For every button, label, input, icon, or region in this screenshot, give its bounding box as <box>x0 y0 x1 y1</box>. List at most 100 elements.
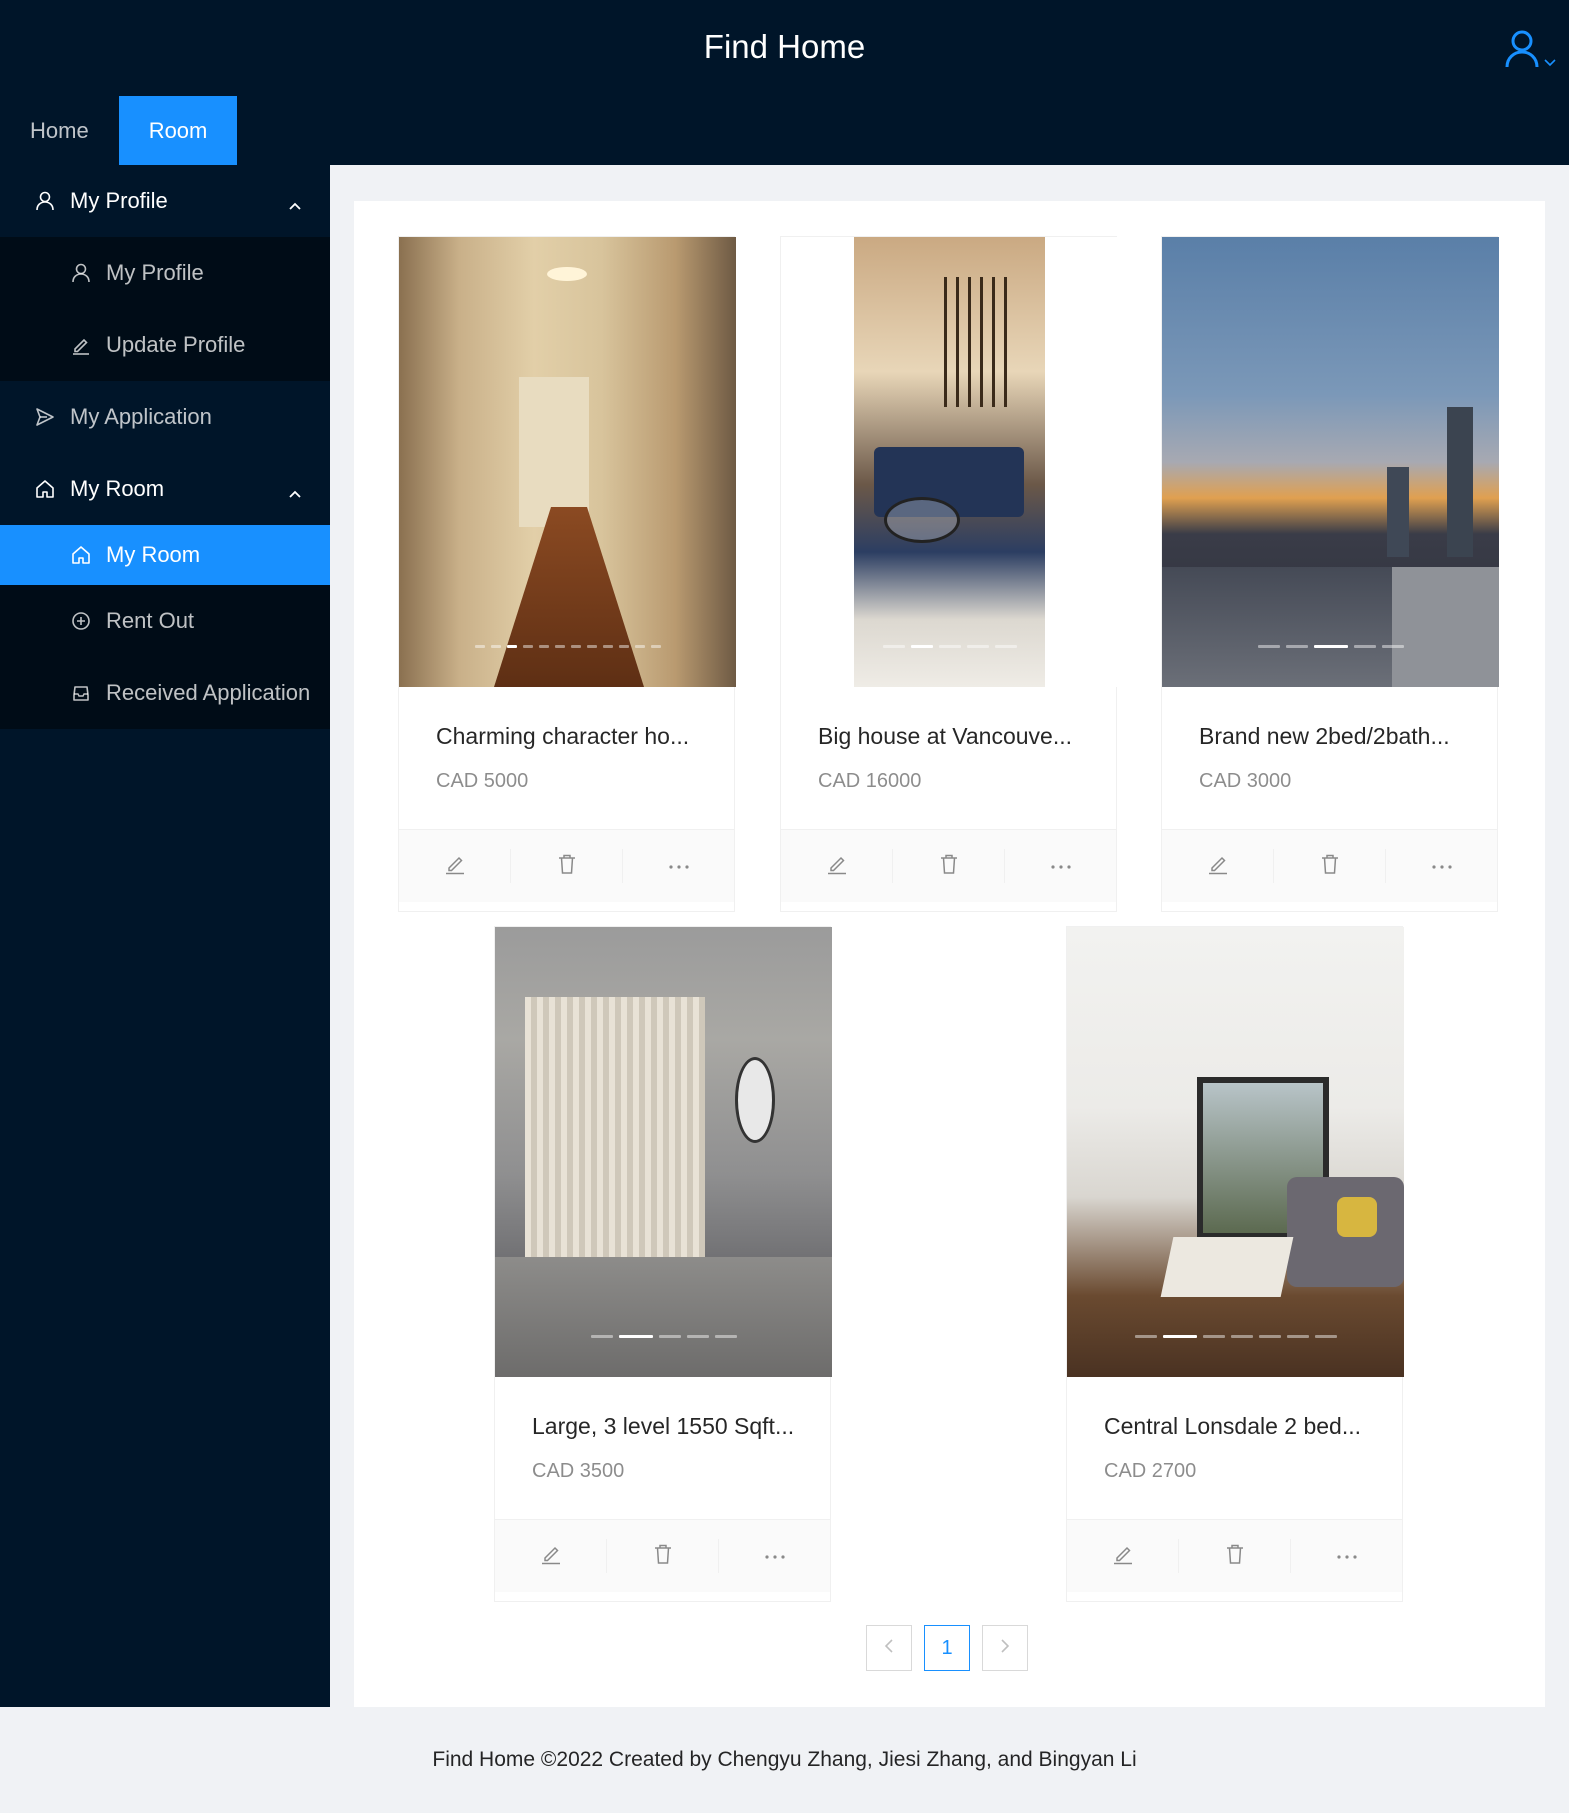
edit-button[interactable] <box>781 849 892 883</box>
room-card: Large, 3 level 1550 Sqft... CAD 3500 <box>494 926 832 1602</box>
edit-icon <box>1112 1543 1134 1570</box>
app-title: Find Home <box>703 28 866 65</box>
room-carousel[interactable] <box>399 237 736 687</box>
page-number-button[interactable]: 1 <box>924 1625 970 1671</box>
edit-button[interactable] <box>495 1539 606 1573</box>
carousel-dot[interactable] <box>634 645 645 648</box>
more-button[interactable] <box>1290 1539 1402 1573</box>
carousel-dot[interactable] <box>1381 645 1404 648</box>
more-button[interactable] <box>622 849 734 883</box>
carousel-dot[interactable] <box>1285 645 1308 648</box>
room-photo[interactable] <box>495 927 832 1377</box>
ellipsis-icon <box>764 1547 786 1565</box>
home-icon <box>34 478 56 500</box>
carousel-dot[interactable] <box>586 645 597 648</box>
carousel-dots <box>781 645 1118 648</box>
sidebar-group-my-room[interactable]: My Room <box>0 453 330 525</box>
inbox-icon <box>70 682 92 704</box>
carousel-dot[interactable] <box>714 1335 737 1338</box>
delete-icon <box>556 853 578 880</box>
room-card: Central Lonsdale 2 bed... CAD 2700 <box>1066 926 1404 1602</box>
sidebar-group-my-profile[interactable]: My Profile <box>0 165 330 237</box>
carousel-dot[interactable] <box>1353 645 1376 648</box>
edit-button[interactable] <box>1162 849 1273 883</box>
room-photo[interactable] <box>1067 927 1404 1377</box>
more-button[interactable] <box>718 1539 830 1573</box>
carousel-dot[interactable] <box>506 645 517 648</box>
more-button[interactable] <box>1385 849 1497 883</box>
sidebar-item-update-profile[interactable]: Update Profile <box>0 309 330 381</box>
carousel-dot[interactable] <box>1202 1335 1225 1338</box>
room-list: Charming character ho... CAD 5000 Big ho… <box>354 201 1545 1707</box>
edit-icon <box>70 334 92 356</box>
carousel-dot[interactable] <box>490 645 501 648</box>
tab-home[interactable]: Home <box>0 96 119 165</box>
carousel-dot[interactable] <box>590 1335 613 1338</box>
delete-button[interactable] <box>892 849 1004 883</box>
carousel-dot[interactable] <box>474 645 485 648</box>
card-actions <box>1067 1519 1402 1592</box>
room-carousel[interactable] <box>495 927 832 1377</box>
edit-button[interactable] <box>1067 1539 1178 1573</box>
carousel-dot[interactable] <box>994 645 1017 648</box>
user-menu[interactable] <box>1505 30 1557 73</box>
carousel-dot[interactable] <box>602 645 613 648</box>
tab-room[interactable]: Room <box>118 96 238 165</box>
delete-button[interactable] <box>510 849 622 883</box>
delete-icon <box>938 853 960 880</box>
sidebar-item-my-room[interactable]: My Room <box>0 525 330 585</box>
user-icon <box>70 262 92 284</box>
carousel-dot[interactable] <box>570 645 581 648</box>
carousel-dot[interactable] <box>1134 1335 1157 1338</box>
carousel-dot[interactable] <box>1230 1335 1253 1338</box>
sidebar-item-my-application[interactable]: My Application <box>0 381 330 453</box>
carousel-dot[interactable] <box>966 645 989 648</box>
room-title: Large, 3 level 1550 Sqft... <box>532 1413 793 1439</box>
carousel-dot[interactable] <box>1314 1335 1337 1338</box>
sidebar-item-rent-out[interactable]: Rent Out <box>0 585 330 657</box>
sidebar-item-received-application[interactable]: Received Application <box>0 657 330 729</box>
carousel-dot[interactable] <box>618 1335 653 1338</box>
delete-button[interactable] <box>1273 849 1385 883</box>
room-carousel[interactable] <box>1067 927 1404 1377</box>
home-icon <box>70 544 92 566</box>
delete-button[interactable] <box>1178 1539 1290 1573</box>
chevron-down-icon[interactable] <box>1543 55 1557 73</box>
carousel-dot[interactable] <box>1162 1335 1197 1338</box>
room-carousel[interactable] <box>781 237 1118 687</box>
carousel-dot[interactable] <box>650 645 661 648</box>
chevron-up-icon <box>288 191 302 217</box>
submenu-profile: My Profile Update Profile <box>0 237 330 381</box>
sidebar-item-label: Received Application <box>106 680 311 705</box>
delete-icon <box>652 1543 674 1570</box>
room-photo[interactable] <box>854 237 1045 687</box>
next-page-button[interactable] <box>982 1625 1028 1671</box>
carousel-dot[interactable] <box>686 1335 709 1338</box>
delete-button[interactable] <box>606 1539 718 1573</box>
sidebar: My Profile My Profile Update Profile My … <box>0 165 330 1707</box>
prev-page-button[interactable] <box>866 1625 912 1671</box>
sidebar-item-my-profile[interactable]: My Profile <box>0 237 330 309</box>
card-actions <box>399 829 734 902</box>
carousel-dot[interactable] <box>1258 1335 1281 1338</box>
carousel-dot[interactable] <box>938 645 961 648</box>
carousel-dot[interactable] <box>554 645 565 648</box>
carousel-dot[interactable] <box>1313 645 1348 648</box>
user-avatar-icon[interactable] <box>1505 30 1539 73</box>
carousel-dot[interactable] <box>882 645 905 648</box>
carousel-dot[interactable] <box>910 645 933 648</box>
carousel-dot[interactable] <box>618 645 629 648</box>
edit-button[interactable] <box>399 849 510 883</box>
more-button[interactable] <box>1004 849 1116 883</box>
carousel-dot[interactable] <box>1257 645 1280 648</box>
room-photo[interactable] <box>1162 237 1499 687</box>
room-photo[interactable] <box>399 237 736 687</box>
carousel-dot[interactable] <box>522 645 533 648</box>
carousel-dot[interactable] <box>538 645 549 648</box>
carousel-dot[interactable] <box>658 1335 681 1338</box>
room-title: Brand new 2bed/2bath... <box>1199 723 1450 749</box>
room-carousel[interactable] <box>1162 237 1499 687</box>
room-price: CAD 5000 <box>436 770 529 792</box>
sidebar-item-label: My Profile <box>106 260 204 285</box>
carousel-dot[interactable] <box>1286 1335 1309 1338</box>
